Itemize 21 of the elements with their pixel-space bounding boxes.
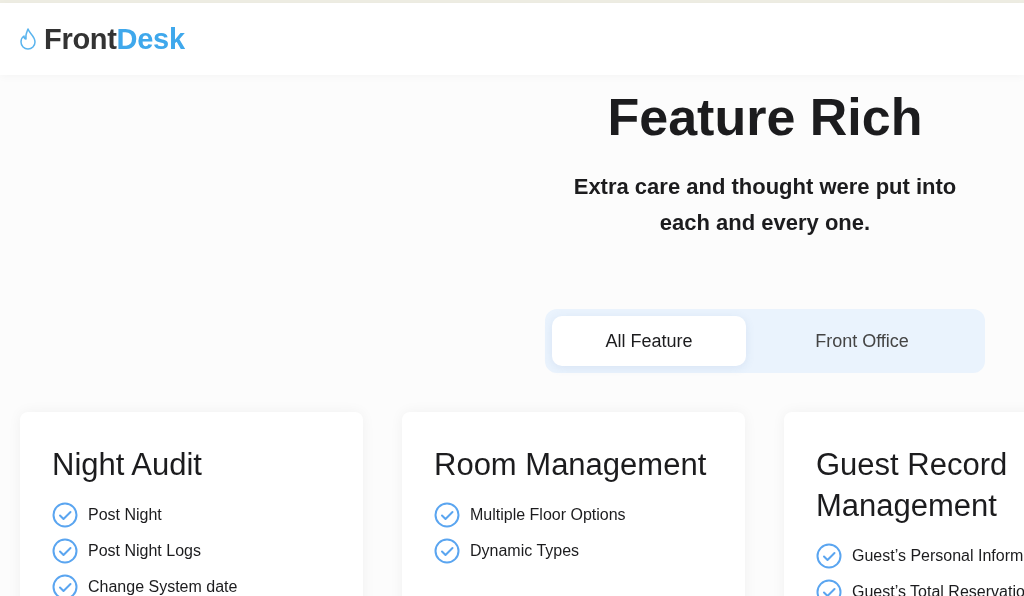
feature-item: Guest’s Personal Inform	[852, 547, 1024, 565]
check-icon	[52, 502, 78, 528]
check-icon	[52, 574, 78, 596]
card-title: Guest Record Management	[816, 446, 1009, 525]
check-icon	[434, 538, 460, 564]
feature-item: Post Night	[88, 506, 162, 524]
flame-icon	[18, 27, 38, 51]
tab[interactable]: Front Office	[746, 316, 978, 366]
logo-text[interactable]: FrontDesk	[44, 22, 185, 56]
check-icon	[52, 538, 78, 564]
card-title: Night Audit	[52, 446, 203, 484]
feature-item: Multiple Floor Options	[470, 506, 626, 524]
check-icon	[434, 502, 460, 528]
section-title: Feature Rich	[607, 87, 923, 147]
tab[interactable]: All Feature	[552, 316, 746, 366]
feature-item: Change System date	[88, 578, 238, 596]
section-subtitle: Extra care and thought were put into each and every one.	[572, 173, 958, 237]
feature-item: Dynamic Types	[470, 542, 580, 560]
feature-item: Post Night Logs	[88, 542, 201, 560]
check-icon	[816, 543, 842, 569]
card-title: Room Management	[434, 446, 708, 484]
